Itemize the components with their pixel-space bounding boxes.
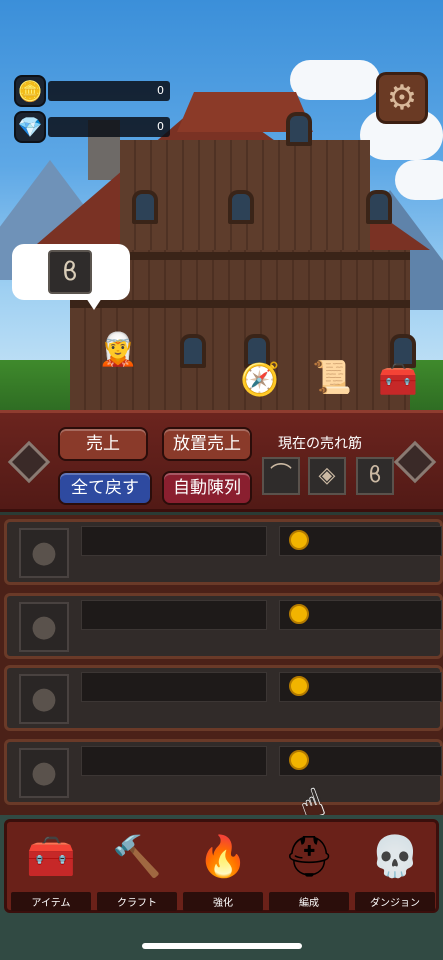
gem-value: 0 (48, 117, 170, 137)
gold-coin-icon (289, 676, 309, 696)
treasure-chest-icon: 🧰 (26, 834, 76, 880)
helmet-icon: ⛑ (283, 834, 335, 880)
house-window (180, 334, 206, 368)
bottom-nav: 🧰 アイテム 🔨 クラフト 🔥 強化 ⛑ 編成 💀 ダンジョン (4, 819, 439, 913)
hammer-icon: 🔨 (112, 834, 162, 880)
bag-icon: ● (19, 602, 69, 652)
nav-label: 編成 (269, 892, 349, 911)
hero-character[interactable]: 🧝 (98, 330, 138, 368)
bottom-area: 🧰 アイテム 🔨 クラフト 🔥 強化 ⛑ 編成 💀 ダンジョン (0, 815, 443, 960)
nav-item-dungeon[interactable]: 💀 ダンジョン (353, 826, 437, 912)
list-item[interactable]: ● (4, 519, 443, 585)
shield-icon[interactable]: ◈ (308, 457, 346, 495)
gear-icon: ⚙ (386, 78, 418, 118)
diamond-icon: 💎 (14, 111, 46, 143)
customer-scroll-item[interactable]: 📜 (312, 358, 352, 396)
cloud (290, 60, 380, 100)
auto-display-button[interactable]: 自動陳列 (162, 471, 252, 505)
customer-chest-item[interactable]: 🧰 (378, 360, 418, 398)
bag-icon: ● (19, 748, 69, 798)
coin-value: 0 (48, 81, 170, 101)
shop-scene: 🧝 🧭 📜 🧰 🪙 0 💎 0 ⚙ ϐ (0, 0, 443, 415)
item-name-slot (81, 526, 267, 556)
home-indicator[interactable] (142, 943, 302, 949)
shop-item-list: ● ● ● ● (0, 515, 443, 815)
nav-label: クラフト (97, 892, 177, 911)
house-window (228, 190, 254, 224)
list-item[interactable]: ● (4, 593, 443, 659)
fire-orb-icon: 🔥 (198, 834, 248, 880)
nav-item-items[interactable]: 🧰 アイテム (9, 826, 93, 912)
list-item[interactable]: ● (4, 665, 443, 731)
house-window (286, 112, 312, 146)
item-name-slot (81, 672, 267, 702)
return-all-button[interactable]: 全て戻す (58, 471, 152, 505)
nav-item-enhance[interactable]: 🔥 強化 (181, 826, 265, 912)
nav-label: 強化 (183, 892, 263, 911)
nav-item-formation[interactable]: ⛑ 編成 (267, 826, 351, 912)
nav-label: アイテム (11, 892, 91, 911)
list-item[interactable]: ● (4, 739, 443, 805)
gem-counter: 💎 0 (14, 110, 170, 144)
coin-counter: 🪙 0 (14, 74, 170, 108)
item-name-slot (81, 746, 267, 776)
gold-coin-icon: 🪙 (14, 75, 46, 107)
house-window (366, 190, 392, 224)
speech-bubble[interactable]: ϐ (12, 244, 130, 310)
gold-coin-icon (289, 750, 309, 770)
shop-control-panel: 売上 放置売上 全て戻す 自動陳列 現在の売れ筋 ⌒ ◈ ϐ (0, 410, 443, 512)
customer-compass-item[interactable]: 🧭 (240, 360, 280, 398)
pouch-icon[interactable]: ϐ (356, 457, 394, 495)
item-name-slot (81, 600, 267, 630)
trend-title: 現在の売れ筋 (278, 436, 362, 452)
arrow-left-icon[interactable] (7, 440, 51, 484)
nav-label: ダンジョン (355, 892, 435, 911)
house-beam (70, 300, 410, 308)
idle-sales-button[interactable]: 放置売上 (162, 427, 252, 461)
nav-item-craft[interactable]: 🔨 クラフト (95, 826, 179, 912)
pouch-icon: ϐ (48, 250, 92, 294)
house-window (132, 190, 158, 224)
arrow-right-icon[interactable] (393, 440, 437, 484)
gold-coin-icon (289, 530, 309, 550)
bag-icon: ● (19, 528, 69, 578)
sell-button[interactable]: 売上 (58, 427, 148, 461)
bow-icon[interactable]: ⌒ (262, 457, 300, 495)
bag-icon: ● (19, 674, 69, 724)
gold-coin-icon (289, 604, 309, 624)
skull-icon: 💀 (370, 834, 420, 880)
settings-button[interactable]: ⚙ (376, 72, 428, 124)
